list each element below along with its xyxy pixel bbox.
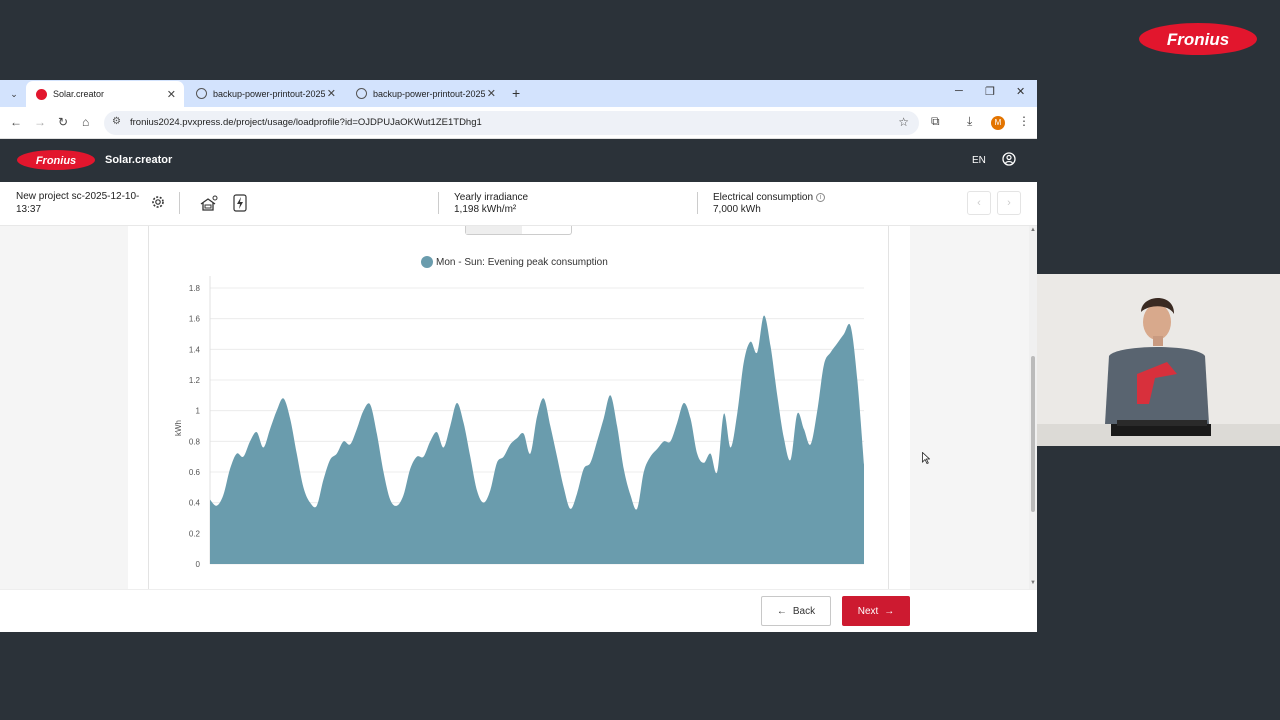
globe-icon — [356, 88, 367, 99]
close-tab-icon[interactable]: ✕ — [327, 87, 336, 100]
prev-page-button[interactable]: ‹ — [967, 191, 991, 215]
y-tick-label: 0.6 — [189, 468, 201, 477]
back-button[interactable]: ← Back — [761, 596, 831, 626]
divider — [438, 192, 439, 214]
y-axis-ticks: 0 0.2 0.4 0.6 0.8 1 1.2 1.4 1.6 1.8 — [189, 284, 201, 569]
electrical-consumption-value: 7,000 kWh — [713, 204, 761, 215]
next-button[interactable]: Next → — [842, 596, 910, 626]
close-window-icon[interactable]: ✕ — [1016, 85, 1025, 98]
divider — [697, 192, 698, 214]
next-page-button[interactable]: › — [997, 191, 1021, 215]
divider — [179, 192, 180, 214]
yearly-irradiance-value: 1,198 kWh/m² — [454, 204, 517, 215]
view-toggle-selected[interactable] — [466, 226, 522, 234]
mouse-cursor-icon — [922, 452, 930, 464]
panel-border — [888, 226, 889, 589]
globe-icon — [196, 88, 207, 99]
project-name: New project sc-2025-12-10-13:37 — [16, 191, 140, 215]
tab-search-dropdown-icon[interactable]: ⌄ — [6, 86, 22, 102]
legend-label: Mon - Sun: Evening peak consumption — [436, 257, 608, 268]
y-tick-label: 0.4 — [189, 499, 201, 508]
app-name: Solar.creator — [105, 154, 173, 166]
app-logo-text: Fronius — [36, 155, 76, 167]
presenter-video-feed — [1037, 274, 1280, 446]
minimize-icon[interactable]: ─ — [955, 85, 963, 97]
fronius-logo: Fronius — [1139, 23, 1257, 55]
solar-house-icon[interactable] — [199, 194, 219, 212]
tab-title: Solar.creator — [53, 89, 105, 99]
fronius-favicon-icon — [36, 88, 47, 100]
back-button-label: Back — [792, 605, 816, 617]
chart-legend[interactable]: Mon - Sun: Evening peak consumption — [421, 256, 608, 268]
tab-strip: ⌄ Solar.creator ✕ backup-power-printout-… — [0, 80, 1037, 107]
language-selector[interactable]: EN — [972, 155, 986, 166]
y-tick-label: 1.6 — [189, 315, 201, 324]
scroll-up-icon[interactable]: ▲ — [1030, 227, 1036, 233]
project-info-bar: New project sc-2025-12-10-13:37 Yearly i… — [0, 182, 1037, 226]
app-header: Fronius Solar.creator EN — [0, 139, 1037, 182]
y-tick-label: 0 — [196, 560, 201, 569]
scrollbar-thumb[interactable] — [1031, 356, 1035, 512]
brand-name: Fronius — [1167, 30, 1229, 49]
restore-icon[interactable]: ❐ — [985, 85, 995, 98]
bookmark-star-icon[interactable]: ☆ — [898, 115, 909, 129]
back-arrow-icon[interactable]: ← — [10, 115, 22, 129]
y-tick-label: 0.8 — [189, 437, 201, 446]
consumption-area-series — [210, 315, 864, 564]
y-tick-label: 1.2 — [189, 376, 201, 385]
home-icon[interactable]: ⌂ — [82, 115, 89, 129]
extensions-icon[interactable]: ⧉ — [931, 114, 940, 129]
reload-icon[interactable]: ↻ — [58, 115, 68, 129]
fronius-app-logo[interactable]: Fronius — [16, 149, 96, 171]
y-tick-label: 1 — [196, 407, 201, 416]
load-profile-chart: Mon - Sun: Evening peak consumption kWh … — [174, 256, 864, 569]
profile-avatar[interactable]: M — [991, 116, 1005, 130]
project-settings-gear-icon[interactable] — [151, 195, 165, 209]
arrow-left-icon: ← — [776, 605, 787, 617]
legend-swatch — [421, 256, 433, 268]
tab-backup-power-2[interactable]: backup-power-printout-2025-1 ✕ — [346, 80, 504, 107]
browser-toolbar: ← → ↻ ⌂ ⚙ fronius2024.pvxpress.de/projec… — [0, 107, 1037, 139]
electrical-consumption-label: Electrical consumption — [713, 192, 814, 203]
download-icon[interactable]: ⤓ — [967, 114, 972, 129]
yearly-irradiance: Yearly irradiance 1,198 kWh/m² — [454, 192, 528, 216]
new-tab-plus-icon[interactable]: + — [512, 85, 520, 101]
tab-backup-power-1[interactable]: backup-power-printout-2025-1 ✕ — [186, 80, 344, 107]
y-axis-label: kWh — [174, 420, 183, 436]
url-text[interactable]: fronius2024.pvxpress.de/project/usage/lo… — [130, 117, 482, 128]
footer-bar: ← Back Next → — [0, 589, 1037, 632]
site-settings-icon[interactable]: ⚙ — [112, 116, 121, 127]
electricity-bolt-icon[interactable] — [233, 194, 247, 212]
tab-solar-creator[interactable]: Solar.creator ✕ — [26, 81, 184, 107]
close-tab-icon[interactable]: ✕ — [167, 88, 176, 101]
info-icon[interactable]: i — [816, 193, 826, 202]
y-tick-label: 0.2 — [189, 529, 201, 538]
close-tab-icon[interactable]: ✕ — [487, 87, 496, 100]
scroll-down-icon[interactable]: ▼ — [1030, 580, 1036, 586]
tab-title: backup-power-printout-2025-1 — [373, 88, 485, 99]
address-bar[interactable]: ⚙ fronius2024.pvxpress.de/project/usage/… — [104, 111, 919, 135]
view-toggle[interactable] — [465, 226, 572, 235]
electrical-consumption: Electrical consumption i 7,000 kWh — [713, 192, 826, 216]
kebab-menu-icon[interactable]: ⋮ — [1018, 114, 1030, 128]
yearly-irradiance-label: Yearly irradiance — [454, 192, 529, 203]
y-tick-label: 1.4 — [189, 345, 201, 354]
tab-title: backup-power-printout-2025-1 — [213, 88, 325, 99]
vertical-scrollbar[interactable]: ▲ ▼ — [1029, 226, 1037, 589]
arrow-right-icon: → — [884, 605, 895, 617]
y-tick-label: 1.8 — [189, 284, 201, 293]
forward-arrow-icon[interactable]: → — [34, 115, 46, 129]
user-account-icon[interactable] — [1002, 152, 1016, 166]
next-button-label: Next — [857, 605, 879, 617]
